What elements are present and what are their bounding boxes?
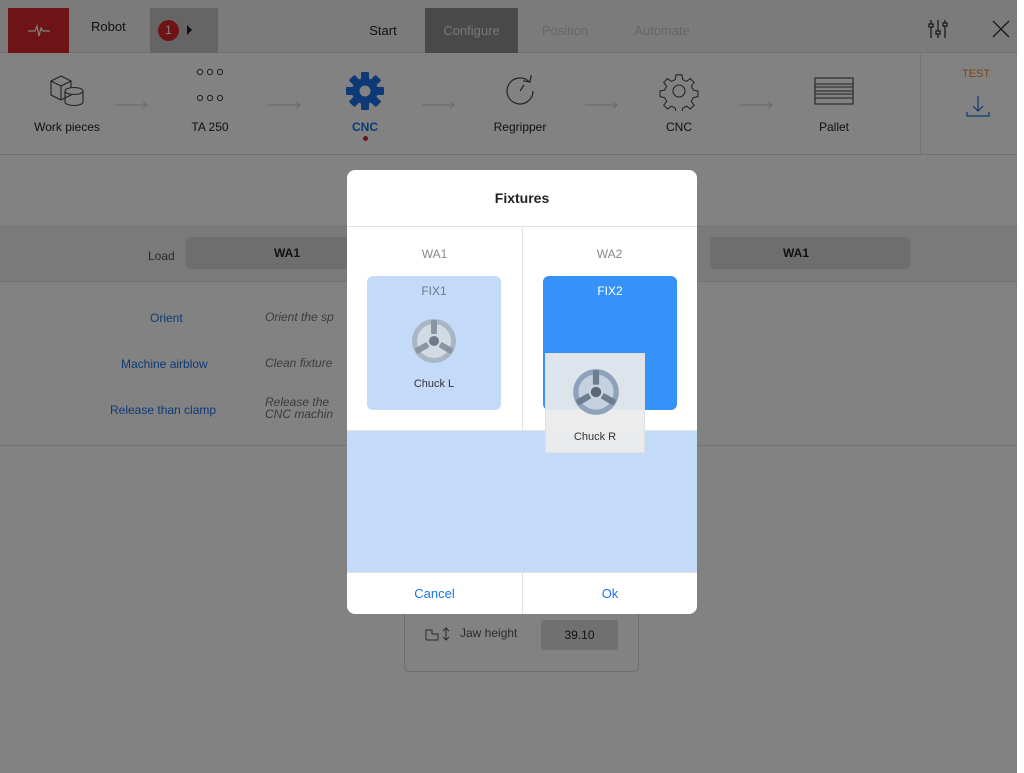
fixture-card-fix1[interactable]: FIX1 Chuck L (367, 276, 501, 410)
column-header-wa1: WA1 (421, 247, 448, 261)
chuck-icon (573, 369, 619, 415)
chuck-icon (412, 319, 456, 363)
column-header-wa2: WA2 (596, 247, 623, 261)
cancel-button[interactable]: Cancel (347, 573, 522, 614)
dialog-title: Fixtures (347, 170, 697, 227)
window-edge (1017, 0, 1024, 773)
fixture-title: FIX1 (421, 284, 447, 298)
fixture-title: FIX2 (597, 284, 623, 298)
divider (522, 227, 523, 431)
fixtures-dialog: Fixtures WA1 WA2 FIX1 Chuck L FIX2 Chuck… (347, 170, 697, 614)
chuck-name: Chuck L (413, 378, 455, 390)
dragging-chuck-tile[interactable]: Chuck R (545, 353, 645, 453)
chuck-name: Chuck R (573, 431, 617, 443)
dialog-footer: Cancel Ok (347, 572, 697, 614)
ok-button[interactable]: Ok (522, 573, 697, 614)
